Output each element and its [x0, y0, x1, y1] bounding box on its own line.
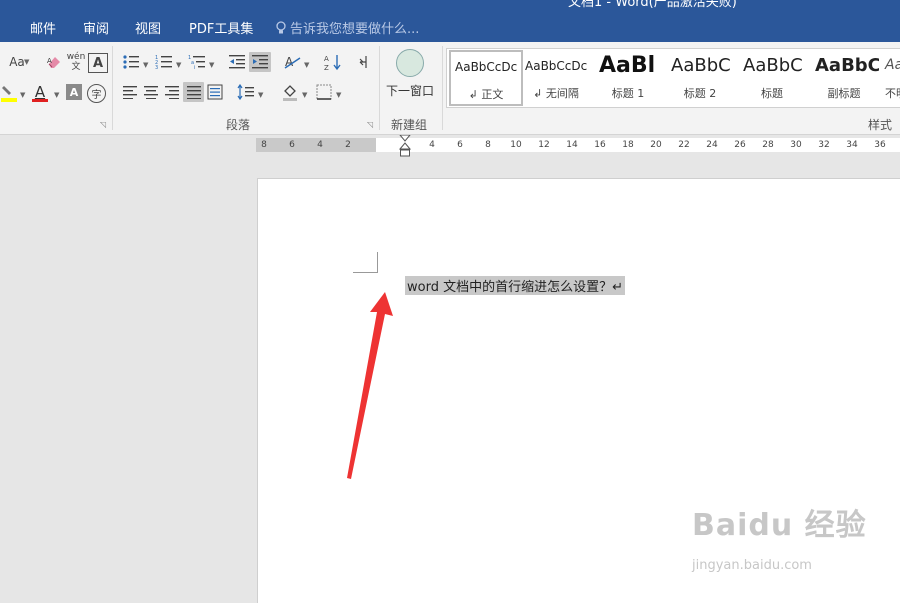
watermark-logo: Baidu 经验	[692, 508, 867, 543]
watermark-url: jingyan.baidu.com	[692, 558, 812, 573]
